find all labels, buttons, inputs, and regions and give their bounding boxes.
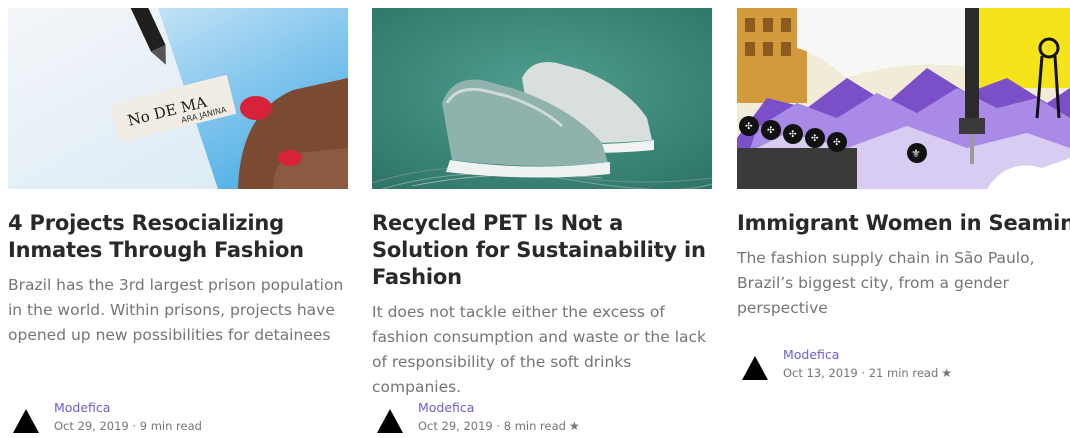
meta-text: Modefica Oct 13, 2019 · 21 min read ★	[783, 345, 952, 383]
date-line: Oct 13, 2019 · 21 min read ★	[783, 364, 952, 383]
article-grid: No DE MA ARA JANINA 4 Projects Resociali…	[0, 0, 1070, 438]
article-image-graphic	[372, 8, 712, 189]
author-avatar-triangle-icon[interactable]	[741, 354, 769, 382]
author-name-link[interactable]: Modefica	[783, 345, 952, 364]
svg-text:✣: ✣	[811, 134, 819, 144]
read-time: 9 min read	[139, 419, 202, 433]
article-meta: Modefica Oct 29, 2019 · 9 min read	[12, 398, 202, 436]
svg-text:✣: ✣	[789, 130, 797, 140]
publish-date: Oct 13, 2019	[783, 366, 858, 380]
date-line: Oct 29, 2019 · 8 min read ★	[418, 417, 580, 436]
meta-text: Modefica Oct 29, 2019 · 8 min read ★	[418, 398, 580, 436]
article-subtitle[interactable]: The fashion supply chain in São Paulo, B…	[737, 246, 1070, 321]
meta-text: Modefica Oct 29, 2019 · 9 min read	[54, 398, 202, 436]
article-image-hand-writing-label[interactable]: No DE MA ARA JANINA	[8, 8, 348, 189]
svg-text:✣: ✣	[833, 138, 841, 148]
article-subtitle[interactable]: Brazil has the 3rd largest prison popula…	[8, 273, 350, 348]
read-time: 8 min read	[503, 419, 566, 433]
author-name-link[interactable]: Modefica	[418, 398, 580, 417]
article-card: ✣ ✣ ✣ ✣ ✣ ⚜ Immigrant Women in Seaming T…	[737, 8, 1070, 438]
article-subtitle[interactable]: It does not tackle either the excess of …	[372, 300, 714, 400]
read-time: 21 min read	[868, 366, 939, 380]
author-avatar-triangle-icon[interactable]	[12, 407, 40, 435]
svg-text:✣: ✣	[767, 126, 775, 136]
meta-separator: ·	[496, 419, 501, 433]
article-card: No DE MA ARA JANINA 4 Projects Resociali…	[8, 8, 350, 438]
article-image-collage-sewing-machine[interactable]: ✣ ✣ ✣ ✣ ✣ ⚜	[737, 8, 1070, 189]
article-title[interactable]: Immigrant Women in Seaming	[737, 210, 1070, 237]
meta-separator: ·	[132, 419, 137, 433]
article-title[interactable]: Recycled PET Is Not a Solution for Susta…	[372, 210, 714, 291]
svg-text:✣: ✣	[745, 122, 753, 132]
article-image-recycled-sneakers[interactable]	[372, 8, 712, 189]
star-icon: ★	[568, 419, 580, 433]
star-icon: ★	[941, 366, 953, 380]
svg-text:⚜: ⚜	[911, 147, 921, 160]
article-meta: Modefica Oct 29, 2019 · 8 min read ★	[376, 398, 580, 436]
article-image-graphic: No DE MA ARA JANINA	[8, 8, 348, 189]
article-image-graphic: ✣ ✣ ✣ ✣ ✣ ⚜	[737, 8, 1070, 189]
author-name-link[interactable]: Modefica	[54, 398, 202, 417]
article-meta: Modefica Oct 13, 2019 · 21 min read ★	[741, 345, 952, 383]
date-line: Oct 29, 2019 · 9 min read	[54, 417, 202, 436]
article-card: Recycled PET Is Not a Solution for Susta…	[372, 8, 714, 438]
meta-separator: ·	[861, 366, 866, 380]
article-title[interactable]: 4 Projects Resocializing Inmates Through…	[8, 210, 350, 264]
publish-date: Oct 29, 2019	[54, 419, 129, 433]
author-avatar-triangle-icon[interactable]	[376, 407, 404, 435]
publish-date: Oct 29, 2019	[418, 419, 493, 433]
